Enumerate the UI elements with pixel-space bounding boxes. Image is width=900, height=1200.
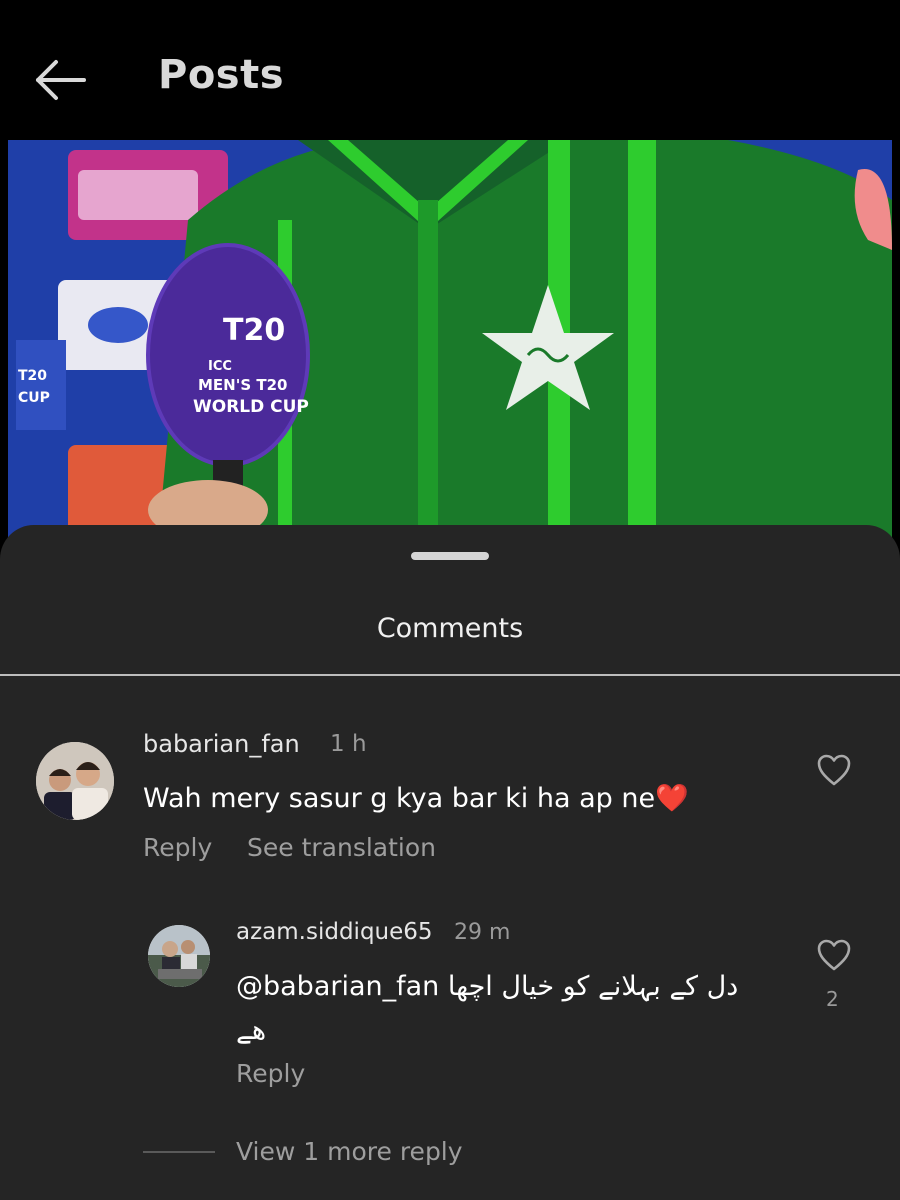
thread-line <box>143 1151 215 1153</box>
top-bar: Posts <box>0 0 900 140</box>
reply-urdu-line1: دل کے بہلانے کو خیال اچھا <box>447 971 739 1002</box>
mic-text-line1: ICC <box>208 359 232 374</box>
comments-sheet: Comments babarian_fan 1 h Wah mery sasur… <box>0 525 900 1200</box>
comment-text: Wah mery sasur g kya bar ki ha ap ne❤️ <box>143 777 689 821</box>
reply-button[interactable]: Reply <box>143 833 212 862</box>
heart-outline-icon <box>817 754 851 786</box>
back-button[interactable] <box>30 52 90 108</box>
comment-username[interactable]: babarian_fan <box>143 730 300 758</box>
mic-text-line2: MEN'S T20 <box>198 376 287 394</box>
reply-time: 29 m <box>454 920 511 945</box>
post-image[interactable]: T20 CUP T20 ICC MEN'S T20 WORLD CUP <box>8 140 892 540</box>
see-translation-button[interactable]: See translation <box>247 833 436 862</box>
mic-logo: T20 <box>223 313 285 348</box>
comment-body: Wah mery sasur g kya bar ki ha ap ne <box>143 783 656 814</box>
heart-outline-icon <box>817 939 851 971</box>
avatar[interactable] <box>36 742 114 820</box>
divider <box>0 674 900 676</box>
reply-text: @babarian_fan دل کے بہلانے کو خیال اچھا <box>236 965 776 1009</box>
arrow-left-icon <box>36 60 86 100</box>
comments-title: Comments <box>376 613 524 644</box>
board-text-line1: T20 <box>18 368 47 384</box>
page-title: Posts <box>158 52 285 98</box>
reply-username[interactable]: azam.siddique65 <box>236 919 433 945</box>
reply-text-line2: ھے <box>236 1015 267 1046</box>
reply-mention[interactable]: @babarian_fan <box>236 971 439 1002</box>
comment-time: 1 h <box>330 731 367 757</box>
reply-like-count: 2 <box>826 987 839 1011</box>
reply-avatar[interactable] <box>148 925 210 987</box>
like-button[interactable] <box>816 753 852 791</box>
reply-like-button[interactable] <box>816 938 852 976</box>
view-more-replies-button[interactable]: View 1 more reply <box>236 1137 463 1166</box>
mic-text-line3: WORLD CUP <box>193 397 309 417</box>
board-text-line2: CUP <box>18 390 50 406</box>
reply-reply-button[interactable]: Reply <box>236 1059 305 1088</box>
red-heart-emoji: ❤️ <box>655 783 689 814</box>
drag-handle[interactable] <box>411 552 489 560</box>
